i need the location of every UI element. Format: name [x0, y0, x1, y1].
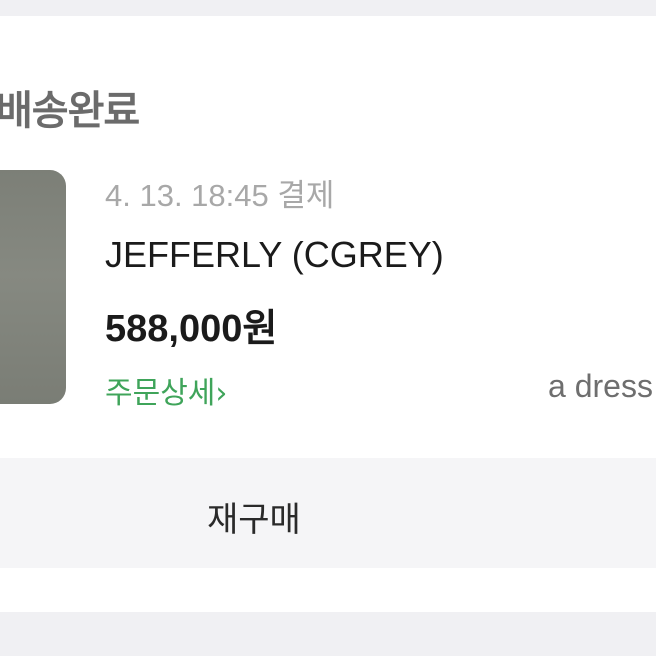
order-status: 배송완료 — [0, 88, 140, 134]
order-detail-link[interactable]: 주문상세› — [105, 368, 227, 412]
rebuy-label: 재구매 — [207, 500, 301, 540]
payment-date: 4. 13. 18:45 결제 — [105, 178, 335, 213]
store-name[interactable]: a dress — [548, 368, 653, 405]
rebuy-button[interactable]: 재구매 — [0, 458, 656, 568]
product-name[interactable]: JEFFERLY (CGREY) — [105, 234, 444, 276]
product-thumbnail[interactable] — [0, 170, 66, 404]
product-price: 588,000원 — [105, 308, 278, 350]
order-detail-label: 주문상세 — [105, 376, 216, 411]
chevron-right-icon: › — [215, 376, 228, 411]
